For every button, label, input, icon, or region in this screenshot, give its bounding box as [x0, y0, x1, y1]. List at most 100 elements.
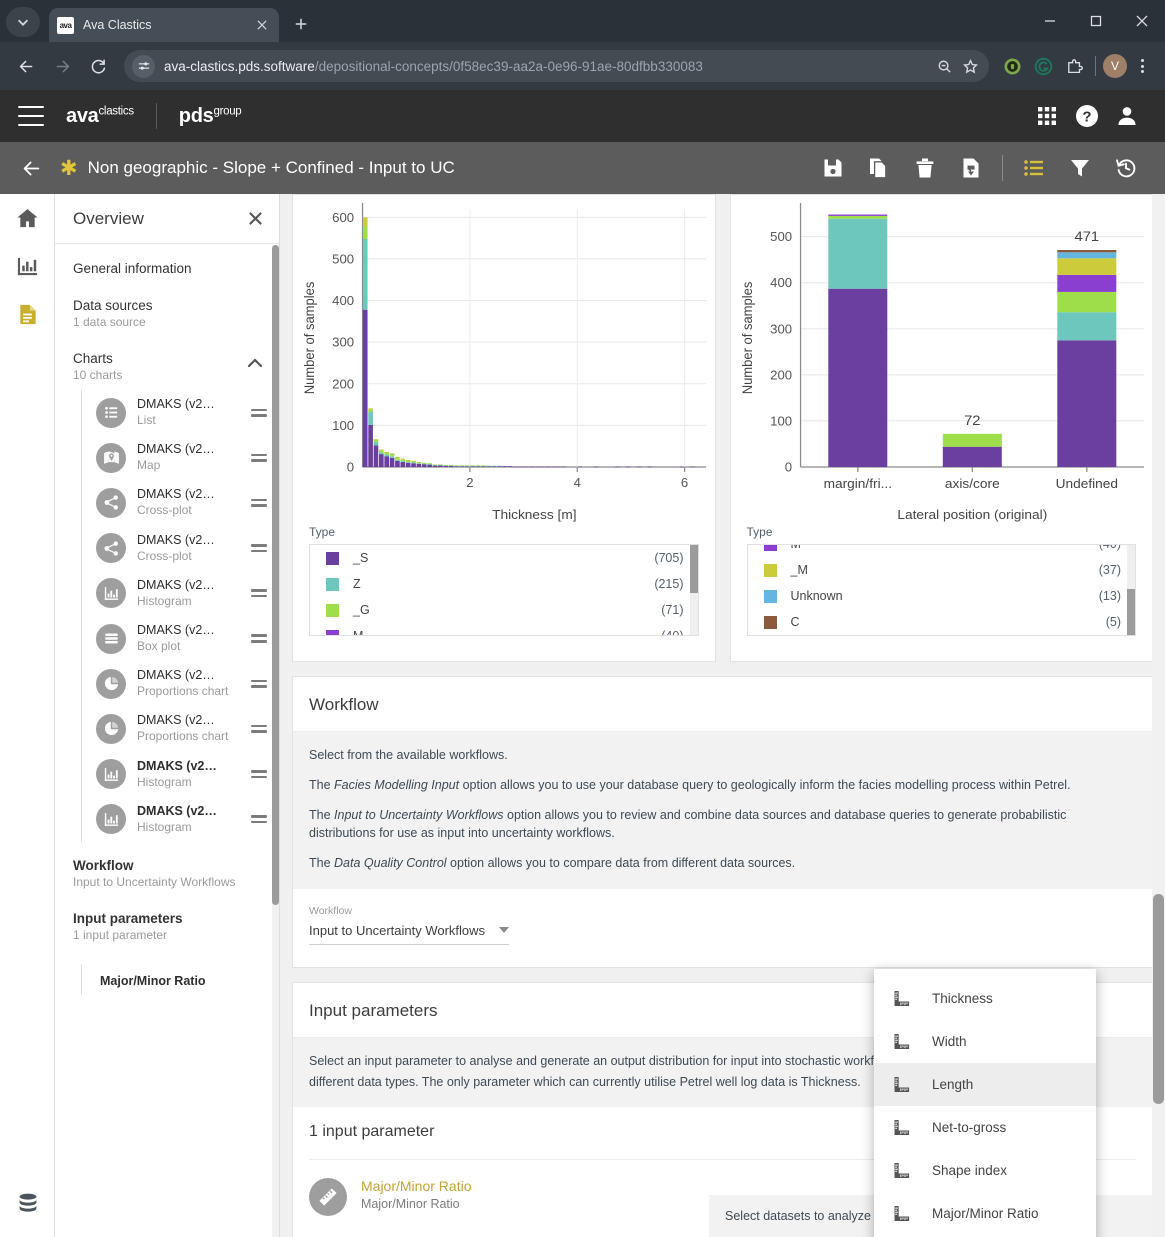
drag-handle-icon[interactable] [247, 634, 267, 643]
reload-icon[interactable] [82, 50, 114, 82]
back-arrow-icon[interactable] [10, 50, 42, 82]
overview-scrollbar-thumb[interactable] [272, 245, 279, 905]
legend-item[interactable]: M (40) [748, 545, 1136, 557]
new-tab-button[interactable] [287, 10, 315, 38]
tab-close-icon[interactable] [253, 16, 271, 34]
extensions-puzzle-icon[interactable] [1060, 52, 1088, 80]
list-item[interactable]: DMAKS (v2… List [82, 390, 279, 435]
profile-avatar[interactable]: V [1103, 54, 1127, 78]
sidebar-item-charts[interactable]: Charts 10 charts [55, 351, 279, 382]
delete-icon[interactable] [902, 142, 948, 194]
database-icon[interactable] [0, 1191, 55, 1215]
p3-em: Input to Uncertainty Workflows [334, 807, 504, 822]
apps-grid-icon[interactable] [1027, 96, 1067, 136]
legend-scrollbar-thumb[interactable] [689, 545, 698, 593]
sidebar-item-general-information[interactable]: General information [55, 261, 279, 276]
overview-scrollbar[interactable] [272, 245, 279, 1237]
legend-item[interactable]: _G (71) [310, 597, 698, 623]
close-icon[interactable] [248, 211, 263, 226]
home-icon[interactable] [0, 194, 54, 242]
dropdown-item-net-to-gross[interactable]: Net-to-gross [874, 1106, 1096, 1149]
copy-icon[interactable] [856, 142, 902, 194]
drag-handle-icon[interactable] [247, 589, 267, 598]
dropdown-item-width[interactable]: Width [874, 1020, 1096, 1063]
star-icon[interactable] [957, 53, 983, 79]
content-scrollbar[interactable] [1152, 194, 1165, 1237]
drag-handle-icon[interactable] [247, 408, 267, 417]
list-item[interactable]: DMAKS (v2… Cross-plot [82, 526, 279, 571]
drag-handle-icon[interactable] [247, 498, 267, 508]
help-icon[interactable]: ? [1067, 96, 1107, 136]
kebab-menu-icon[interactable] [1129, 52, 1155, 80]
list-item[interactable]: DMAKS (v2… Histogram [82, 752, 279, 797]
address-bar[interactable]: ava-clastics.pds.software/depositional-c… [124, 50, 989, 82]
legend-scrollbar[interactable] [689, 545, 698, 635]
user-account-icon[interactable] [1107, 96, 1147, 136]
workflow-panel: Workflow Select from the available workf… [292, 676, 1153, 968]
list-item[interactable]: DMAKS (v2… Cross-plot [82, 480, 279, 525]
drag-handle-icon[interactable] [247, 544, 267, 553]
window-controls [1027, 0, 1165, 42]
minimize-icon[interactable] [1027, 0, 1073, 42]
download-icon[interactable] [948, 142, 994, 194]
tab-search-button[interactable] [6, 7, 40, 37]
chevron-down-icon[interactable] [499, 927, 509, 934]
list-item[interactable]: DMAKS (v2… Histogram [82, 571, 279, 616]
legend-scrollbar-thumb[interactable] [1127, 589, 1135, 635]
chevron-up-icon[interactable] [247, 351, 263, 373]
sidebar-item-workflow[interactable]: Workflow Input to Uncertainty Workflows [55, 858, 279, 889]
list-item[interactable]: DMAKS (v2… Proportions chart [82, 706, 279, 751]
workflow-select[interactable]: Input to Uncertainty Workflows [309, 923, 509, 945]
drag-handle-icon[interactable] [247, 724, 267, 733]
list-item[interactable]: DMAKS (v2… Proportions chart [82, 661, 279, 706]
toolbar-separator [1002, 155, 1003, 181]
browser-tab[interactable]: ava Ava Clastics [49, 8, 279, 42]
legend-item[interactable]: Unknown (13) [748, 583, 1136, 609]
forward-arrow-icon[interactable] [46, 50, 78, 82]
drag-handle-icon[interactable] [247, 815, 267, 824]
drag-handle-icon[interactable] [247, 770, 267, 779]
list-view-icon[interactable] [1011, 142, 1057, 194]
drag-handle-icon[interactable] [247, 679, 267, 688]
document-icon[interactable] [0, 290, 54, 338]
search-minus-icon[interactable] [931, 53, 957, 79]
save-icon[interactable] [810, 142, 856, 194]
sidebar-item-input-parameters[interactable]: Input parameters 1 input parameter [55, 911, 279, 942]
drag-handle-icon[interactable] [247, 453, 267, 462]
close-window-icon[interactable] [1119, 0, 1165, 42]
dropdown-item-major-minor-ratio[interactable]: Major/Minor Ratio [874, 1192, 1096, 1235]
legend-scrollbar[interactable] [1127, 545, 1135, 635]
tune-icon[interactable] [132, 54, 155, 78]
browser-window: ava Ava Clastics ava-clastics.pds.softwa… [0, 0, 1165, 1237]
charts-icon[interactable] [0, 242, 54, 290]
page-back-button[interactable] [22, 159, 52, 178]
legend-item-label: _M [790, 563, 808, 577]
history-icon[interactable] [1103, 142, 1149, 194]
favourite-star-icon[interactable]: ✱ [60, 158, 78, 179]
legend-item[interactable]: C (5) [748, 609, 1136, 635]
legend-item[interactable]: _S (705) [310, 545, 698, 571]
list-item[interactable]: DMAKS (v2… Box plot [82, 616, 279, 661]
grammarly-extension-icon[interactable] [1029, 52, 1057, 80]
legend-item[interactable]: _M (37) [748, 557, 1136, 583]
legend-item-count: (215) [654, 577, 684, 591]
lock-extension-icon[interactable] [998, 52, 1026, 80]
list-item[interactable]: DMAKS (v2… Histogram [82, 797, 279, 842]
sidebar-item-data-sources[interactable]: Data sources 1 data source [55, 298, 279, 329]
filter-icon[interactable] [1057, 142, 1103, 194]
svg-text:0: 0 [784, 460, 791, 475]
legend-title: Type [309, 525, 336, 539]
pds-group-logo: pdsgroup [179, 105, 242, 128]
maximize-icon[interactable] [1073, 0, 1119, 42]
input-parameter-dropdown-menu[interactable]: Thickness Width Length Net-to-gross Shape in… [874, 969, 1096, 1237]
hamburger-menu-icon[interactable] [18, 106, 44, 126]
content-scrollbar-thumb[interactable] [1153, 894, 1164, 1104]
dropdown-item-shape-index[interactable]: Shape index [874, 1149, 1096, 1192]
legend-item[interactable]: Z (215) [310, 571, 698, 597]
list-item[interactable]: Major/Minor Ratio [82, 964, 279, 995]
legend-item[interactable]: M (40) [310, 623, 698, 635]
list-item[interactable]: DMAKS (v2… Map [82, 435, 279, 480]
svg-text:4: 4 [574, 475, 581, 490]
dropdown-item-length[interactable]: Length [874, 1063, 1096, 1106]
dropdown-item-thickness[interactable]: Thickness [874, 977, 1096, 1020]
